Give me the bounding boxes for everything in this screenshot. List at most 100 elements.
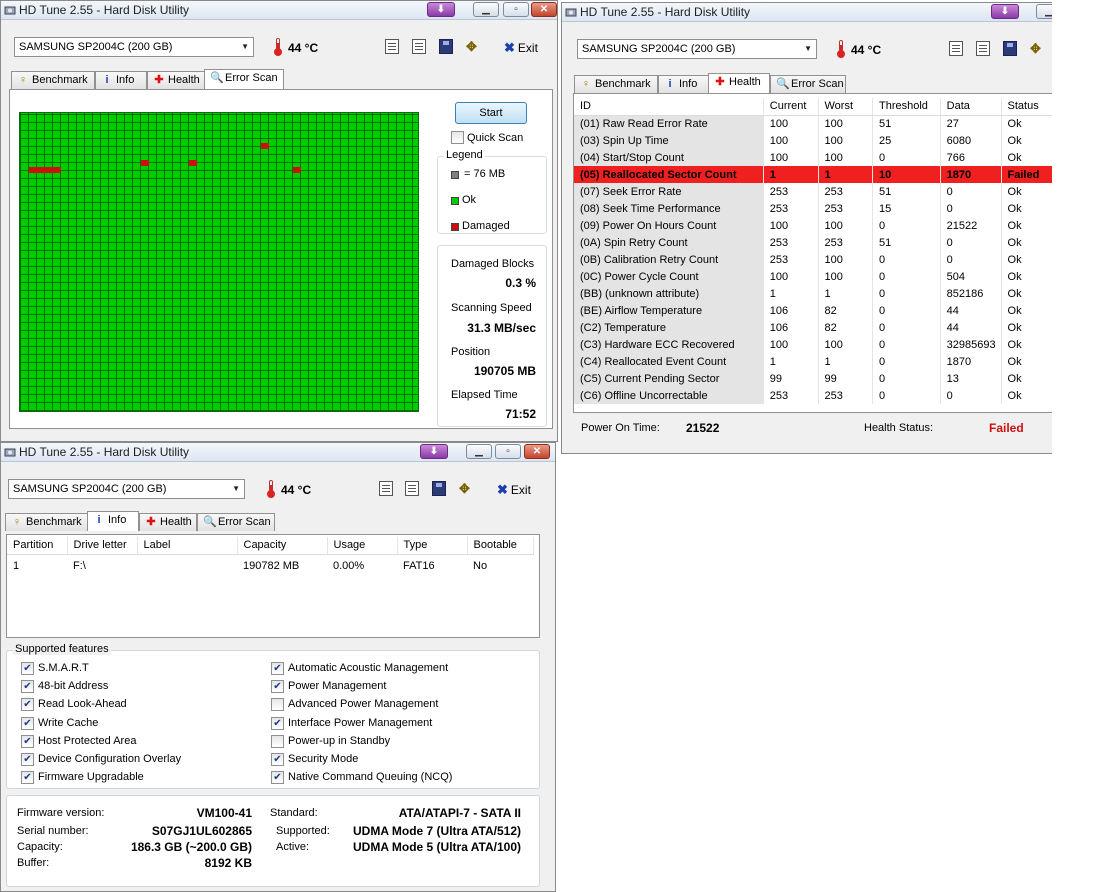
table-row[interactable]: (03) Spin Up Time 100 100 25 6080 Ok [574,132,1052,149]
legend-block-swatch [451,171,459,179]
tab-health[interactable]: ✚ Health [708,73,770,93]
column-header[interactable]: Bootable [467,537,534,555]
feature-checkbox[interactable]: ✔ [21,680,34,694]
column-header[interactable]: ID [574,98,764,116]
tab-error-scan[interactable]: 🔍 Error Scan [770,75,846,93]
table-row[interactable]: (C5) Current Pending Sector 99 99 0 13 Ok [574,370,1052,387]
maximize-button[interactable]: ▫ [495,444,521,459]
damaged-block [29,167,61,173]
options-icon[interactable]: ✥ [466,39,480,54]
column-header[interactable]: Threshold [872,98,941,116]
table-row[interactable]: (C3) Hardware ECC Recovered 100 100 0 329856… [574,336,1052,353]
table-row[interactable]: (C2) Temperature 106 82 0 44 Ok [574,319,1052,336]
column-header[interactable]: Data [940,98,1002,116]
feature-checkbox[interactable]: ✔ [21,698,34,712]
title-bar[interactable]: HD Tune 2.55 - Hard Disk Utility ⬇ ▁ [562,3,1052,22]
table-row[interactable]: (04) Start/Stop Count 100 100 0 766 Ok [574,149,1052,166]
drive-select[interactable]: SAMSUNG SP2004C (200 GB) ▼ [577,39,817,59]
save-icon[interactable] [432,481,446,496]
column-header[interactable]: Label [137,537,238,555]
drive-select-value: SAMSUNG SP2004C (200 GB) [19,41,173,53]
column-header[interactable]: Drive letter [67,537,138,555]
maximize-button[interactable]: ▫ [503,2,529,17]
table-cell: 1 [818,166,873,183]
table-row[interactable]: (08) Seek Time Performance 253 253 15 0 Ok [574,200,1052,217]
title-bar[interactable]: HD Tune 2.55 - Hard Disk Utility ⬇ ▁ ▫ ✕ [1,443,555,462]
tab-health[interactable]: ✚ Health [147,71,205,89]
feature-checkbox[interactable]: ✔ [271,716,284,730]
download-button[interactable]: ⬇ [991,4,1019,19]
feature-checkbox[interactable]: ✔ [271,771,284,785]
quick-scan-checkbox[interactable] [451,131,464,144]
feature-checkbox[interactable]: ✔ [21,662,34,675]
minimize-button[interactable]: ▁ [473,2,499,17]
table-row[interactable]: (0A) Spin Retry Count 253 253 51 0 Ok [574,234,1052,251]
feature-checkbox[interactable]: ✔ [271,680,284,694]
table-row[interactable]: 1 F:\ 190782 MB 0.00% FAT16 No [7,554,533,578]
table-row[interactable]: (01) Raw Read Error Rate 100 100 51 27 Ok [574,115,1052,132]
table-row[interactable]: (05) Reallocated Sector Count 1 1 10 1870 Fai… [574,166,1052,183]
download-button[interactable]: ⬇ [420,444,448,459]
tab-health[interactable]: ✚ Health [139,513,197,531]
title-bar[interactable]: HD Tune 2.55 - Hard Disk Utility ⬇ ▁ ▫ ✕ [1,1,557,20]
column-header[interactable]: Worst [818,98,873,116]
table-row[interactable]: (07) Seek Error Rate 253 253 51 0 Ok [574,183,1052,200]
column-header[interactable]: Type [397,537,468,555]
table-row[interactable]: (BB) (unknown attribute) 1 1 0 852186 Ok [574,285,1052,302]
tab-info[interactable]: i Info [95,71,147,89]
column-header[interactable]: Status [1001,98,1052,116]
drive-select[interactable]: SAMSUNG SP2004C (200 GB) ▼ [14,37,254,57]
tab-error-scan[interactable]: 🔍 Error Scan [204,69,284,89]
feature-checkbox[interactable]: ✔ [21,771,34,785]
table-row[interactable]: (C4) Reallocated Event Count 1 1 0 1870 Ok [574,353,1052,370]
table-row[interactable]: (0C) Power Cycle Count 100 100 0 504 Ok [574,268,1052,285]
column-header[interactable]: Usage [327,537,398,555]
minimize-button[interactable]: ▁ [1036,4,1052,19]
tab-info[interactable]: i Info [87,511,139,531]
options-icon[interactable]: ✥ [1030,41,1044,56]
feature-checkbox[interactable] [271,698,284,712]
tab-info[interactable]: i Info [658,75,710,93]
minimize-button[interactable]: ▁ [466,444,492,459]
copy-all-icon[interactable] [976,41,990,56]
feature-checkbox[interactable]: ✔ [21,716,34,730]
table-row[interactable]: (BE) Airflow Temperature 106 82 0 44 Ok [574,302,1052,319]
info-icon: i [668,78,672,90]
table-row[interactable]: (0B) Calibration Retry Count 253 100 0 0 Ok [574,251,1052,268]
feature-checkbox[interactable]: ✔ [271,753,284,766]
copy-icon[interactable] [385,39,399,54]
feature-checkbox[interactable] [271,734,284,748]
tab-benchmark[interactable]: ♀ Benchmark [5,513,89,531]
start-button[interactable]: Start [455,102,527,124]
copy-all-icon[interactable] [412,39,426,54]
exit-button[interactable]: ✖ Exit [504,40,538,56]
feature-checkbox[interactable]: ✔ [21,753,34,766]
tab-benchmark[interactable]: ♀ Benchmark [574,75,658,93]
close-button[interactable]: ✕ [524,444,550,459]
drive-select[interactable]: SAMSUNG SP2004C (200 GB) ▼ [8,479,245,499]
save-icon[interactable] [1003,41,1017,56]
feature-checkbox[interactable]: ✔ [21,734,34,748]
table-cell: 6080 [940,132,1002,149]
copy-all-icon[interactable] [405,481,419,496]
partition-list[interactable]: Partition Drive letter Label Capacity Usage T… [6,534,540,638]
table-row[interactable]: (09) Power On Hours Count 100 100 0 21522 Ok [574,217,1052,234]
column-header[interactable]: Partition [7,537,68,555]
exit-button[interactable]: ✖ Exit [497,482,531,498]
copy-icon[interactable] [379,481,393,496]
close-button[interactable]: ✕ [531,2,557,17]
feature-checkbox[interactable]: ✔ [271,662,284,675]
table-cell: 51 [872,183,941,200]
options-icon[interactable]: ✥ [459,481,473,496]
table-cell: 13 [940,370,1002,387]
copy-icon[interactable] [949,41,963,56]
column-header[interactable]: Current [763,98,819,116]
damaged-block [293,167,301,173]
download-button[interactable]: ⬇ [427,2,455,17]
save-icon[interactable] [439,39,453,54]
tab-benchmark[interactable]: ♀ Benchmark [11,71,95,89]
table-row[interactable]: (C6) Offline Uncorrectable 253 253 0 0 Ok [574,387,1052,404]
tab-error-scan[interactable]: 🔍 Error Scan [197,513,275,531]
column-header[interactable]: Capacity [237,537,328,555]
error-scan-panel: Start Quick Scan Legend = 76 MB Ok Damag… [9,89,553,429]
